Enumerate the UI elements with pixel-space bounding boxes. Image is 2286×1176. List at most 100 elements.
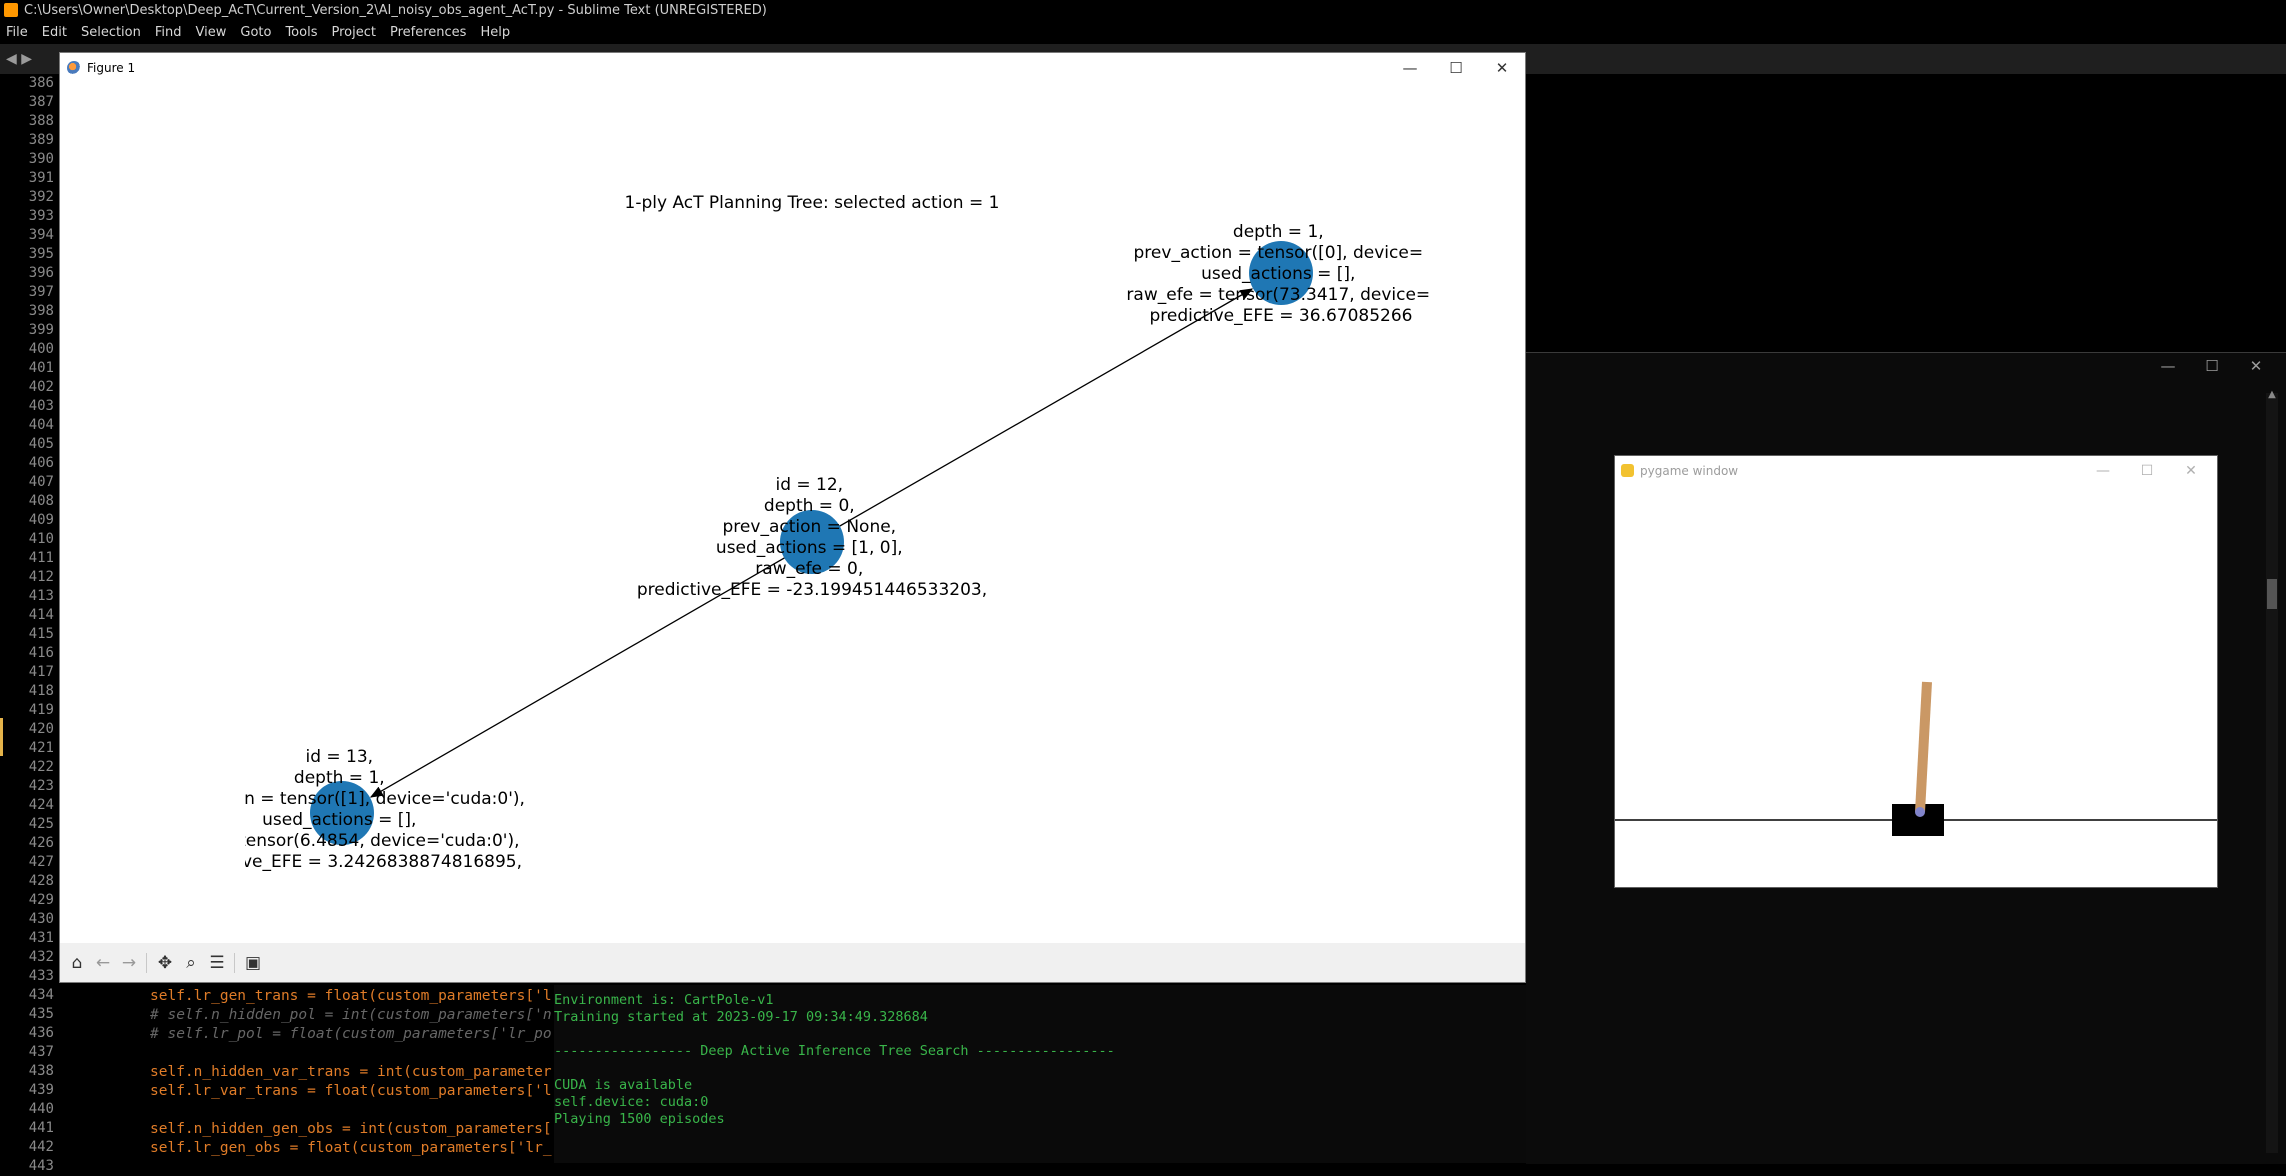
- pygame-titlebar: pygame window — ☐ ✕: [1615, 456, 2217, 486]
- home-icon[interactable]: ⌂: [66, 952, 88, 974]
- figure-window-controls: — ☐ ✕: [1387, 53, 1525, 83]
- line-number: 391: [28, 170, 54, 186]
- line-number: 400: [28, 341, 54, 357]
- code-line: self.lr_gen_obs = float(custom_parameter…: [150, 1140, 552, 1156]
- matplotlib-logo-icon: [67, 61, 81, 75]
- line-number: 412: [28, 569, 54, 585]
- line-number: 437: [28, 1044, 54, 1060]
- line-number: 429: [28, 892, 54, 908]
- menu-preferences[interactable]: Preferences: [383, 22, 473, 44]
- menu-project[interactable]: Project: [324, 22, 382, 44]
- line-number: 414: [28, 607, 54, 623]
- line-number: 427: [28, 854, 54, 870]
- zoom-icon[interactable]: ⌕: [180, 952, 202, 974]
- code-line: # self.lr_pol = float(custom_parameters[…: [150, 1026, 552, 1042]
- line-number: 395: [28, 246, 54, 262]
- sublime-titlebar: C:\Users\Owner\Desktop\Deep_AcT\Current_…: [0, 0, 2286, 22]
- line-number: 426: [28, 835, 54, 851]
- line-number: 405: [28, 436, 54, 452]
- line-number: 388: [28, 113, 54, 129]
- menu-tools[interactable]: Tools: [278, 22, 324, 44]
- maximize-icon[interactable]: ☐: [2125, 456, 2169, 486]
- minimize-icon[interactable]: —: [1387, 53, 1433, 83]
- maximize-icon[interactable]: ☐: [1433, 53, 1479, 83]
- sublime-app-icon: [4, 3, 18, 17]
- line-number: 401: [28, 360, 54, 376]
- minimize-icon[interactable]: —: [2146, 353, 2190, 379]
- maximize-icon[interactable]: ☐: [2190, 353, 2234, 379]
- line-number: 408: [28, 493, 54, 509]
- code-line: self.lr_gen_trans = float(custom_paramet…: [150, 988, 552, 1004]
- minimize-icon[interactable]: —: [2081, 456, 2125, 486]
- close-icon[interactable]: ✕: [2234, 353, 2278, 379]
- menu-find[interactable]: Find: [148, 22, 189, 44]
- line-number: 398: [28, 303, 54, 319]
- line-number: 440: [28, 1101, 54, 1117]
- line-number: 404: [28, 417, 54, 433]
- vertical-scrollbar[interactable]: ▲: [2266, 389, 2278, 1153]
- line-number: 417: [28, 664, 54, 680]
- line-number: 392: [28, 189, 54, 205]
- cartpole-pole: [1915, 681, 1932, 813]
- figure-toolbar: ⌂ ← → ✥ ⌕ ☰ ▣: [60, 943, 1525, 982]
- code-line: self.lr_var_trans = float(custom_paramet…: [150, 1083, 552, 1099]
- close-icon[interactable]: ✕: [1479, 53, 1525, 83]
- pygame-snake-icon: [1621, 464, 1634, 477]
- line-number: 396: [28, 265, 54, 281]
- line-number: 428: [28, 873, 54, 889]
- line-number: 432: [28, 949, 54, 965]
- pan-icon[interactable]: ✥: [154, 952, 176, 974]
- menu-file[interactable]: File: [0, 22, 35, 44]
- line-number: 411: [28, 550, 54, 566]
- figure-titlebar: Figure 1 — ☐ ✕: [60, 53, 1525, 83]
- line-number: 424: [28, 797, 54, 813]
- line-number: 403: [28, 398, 54, 414]
- line-number: 438: [28, 1063, 54, 1079]
- menu-selection[interactable]: Selection: [74, 22, 148, 44]
- code-line: self.n_hidden_var_trans = int(custom_par…: [150, 1064, 552, 1080]
- figure-window: Figure 1 — ☐ ✕ 1-ply AcT Planning Tree: se…: [59, 52, 1526, 983]
- menu-view[interactable]: View: [189, 22, 234, 44]
- menu-goto[interactable]: Goto: [233, 22, 278, 44]
- line-number: 435: [28, 1006, 54, 1022]
- window-controls: — ☐ ✕: [2146, 353, 2278, 379]
- plot-title: 1-ply AcT Planning Tree: selected action…: [625, 193, 1000, 213]
- cartpole-canvas: [1615, 681, 2217, 836]
- line-number: 421: [28, 740, 54, 756]
- modified-line-marker: [0, 718, 3, 756]
- console-line: ----------------- Deep Active Inference …: [554, 1043, 1115, 1059]
- pygame-window-controls: — ☐ ✕: [2081, 456, 2213, 486]
- line-number: 430: [28, 911, 54, 927]
- line-number: 399: [28, 322, 54, 338]
- scrollbar-thumb[interactable]: [2267, 579, 2277, 609]
- node-label-root: id = 12, depth = 0, prev_action = None, …: [637, 475, 987, 600]
- line-number: 439: [28, 1082, 54, 1098]
- line-number: 386: [28, 75, 54, 91]
- save-icon[interactable]: ▣: [242, 952, 264, 974]
- menu-edit[interactable]: Edit: [35, 22, 74, 44]
- figure-window-title: Figure 1: [87, 61, 136, 75]
- tab-nav-arrows-icon[interactable]: ◀ ▶: [6, 51, 32, 67]
- line-number: 415: [28, 626, 54, 642]
- console-line: Training started at 2023-09-17 09:34:49.…: [554, 1009, 928, 1025]
- line-number: 394: [28, 227, 54, 243]
- toolbar-separator: [234, 953, 235, 973]
- close-icon[interactable]: ✕: [2169, 456, 2213, 486]
- configure-icon[interactable]: ☰: [206, 952, 228, 974]
- forward-icon[interactable]: →: [118, 952, 140, 974]
- scroll-up-icon[interactable]: ▲: [2266, 389, 2278, 400]
- line-number-gutter: 386 387 388 389 390 391 392 393 394 395 396 397 398 3…: [0, 74, 60, 1174]
- line-number: 431: [28, 930, 54, 946]
- line-number: 434: [28, 987, 54, 1003]
- planning-tree-canvas[interactable]: 1-ply AcT Planning Tree: selected action…: [60, 83, 1525, 943]
- line-number: 390: [28, 151, 54, 167]
- back-icon[interactable]: ←: [92, 952, 114, 974]
- line-number: 387: [28, 94, 54, 110]
- console-line: self.device: cuda:0: [554, 1094, 709, 1110]
- node-label-action-0: depth = 1, prev_action = tensor([0], dev…: [1126, 222, 1435, 326]
- pygame-window: pygame window — ☐ ✕: [1614, 455, 2218, 888]
- menu-help[interactable]: Help: [473, 22, 517, 44]
- line-number: 407: [28, 474, 54, 490]
- window-title: C:\Users\Owner\Desktop\Deep_AcT\Current_…: [24, 3, 767, 18]
- toolbar-separator: [146, 953, 147, 973]
